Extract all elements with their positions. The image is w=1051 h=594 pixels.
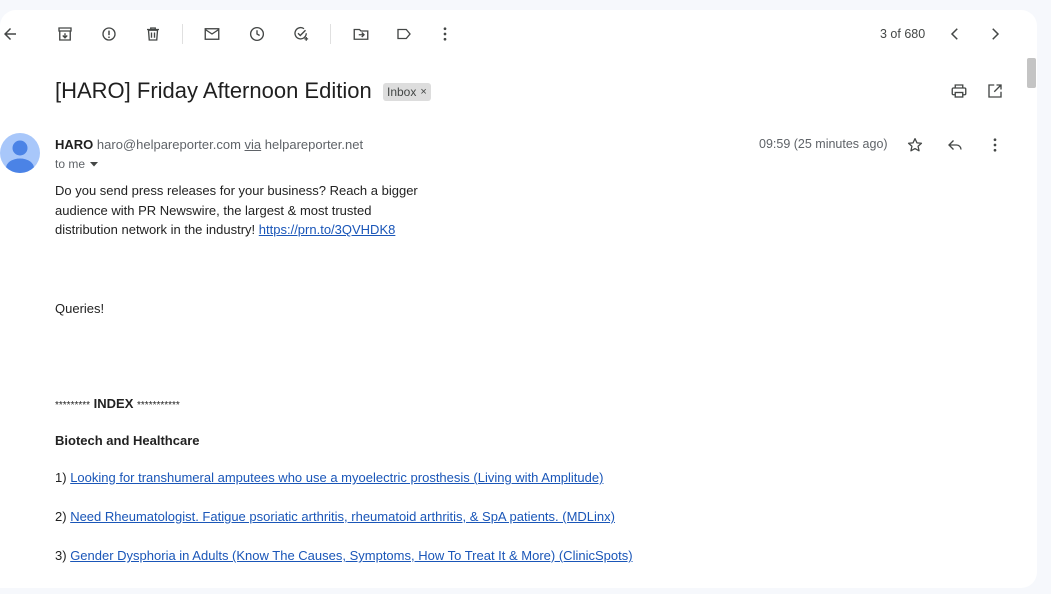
toolbar-divider [182, 24, 183, 44]
move-to-icon[interactable] [351, 24, 371, 44]
email-timestamp: 09:59 (25 minutes ago) [759, 137, 888, 151]
star-icon[interactable] [905, 135, 925, 155]
print-icon[interactable] [949, 81, 969, 101]
back-arrow-icon[interactable] [0, 24, 20, 44]
archive-icon[interactable] [55, 24, 75, 44]
scrollbar-thumb[interactable] [1027, 58, 1036, 88]
queries-text: Queries! [55, 301, 105, 316]
sender-name[interactable]: HARO [55, 137, 93, 152]
inbox-label-text: Inbox [387, 85, 417, 99]
report-spam-icon[interactable] [99, 24, 119, 44]
chevron-left-icon[interactable] [945, 24, 965, 44]
promo-line: distribution network in the industry! ht… [55, 220, 418, 240]
promo-line: audience with PR Newswire, the largest &… [55, 202, 372, 218]
sender-email: haro@helpareporter.com [96, 137, 241, 152]
section-heading: Biotech and Healthcare [55, 433, 200, 448]
email-subject: [HARO] Friday Afternoon Edition [55, 78, 372, 103]
add-task-icon[interactable] [291, 24, 311, 44]
promo-link[interactable]: https://prn.to/3QVHDK8 [259, 222, 396, 237]
index-asterisks-left: ********* [55, 400, 91, 411]
to-me-label: to me [55, 157, 86, 171]
index-item: 2) Need Rheumatologist. Fatigue psoriati… [55, 507, 615, 527]
index-heading: ********* INDEX *********** [55, 394, 180, 416]
recipient-toggle[interactable]: to me [55, 157, 99, 171]
index-item-number: 3) [55, 548, 67, 563]
message-counter: 3 of 680 [880, 27, 926, 41]
inbox-label-chip[interactable]: Inbox × [383, 83, 431, 101]
remove-label-icon[interactable]: × [420, 86, 426, 98]
clock-icon[interactable] [247, 24, 267, 44]
toolbar-divider [330, 24, 331, 44]
label-icon[interactable] [394, 24, 414, 44]
index-word: INDEX [93, 396, 134, 411]
chevron-right-icon[interactable] [985, 24, 1005, 44]
reply-icon[interactable] [945, 135, 965, 155]
open-in-new-window-icon[interactable] [985, 81, 1005, 101]
promo-line-text: distribution network in the industry! [55, 222, 256, 237]
sender-avatar[interactable] [0, 133, 40, 173]
message-more-vert-icon[interactable] [985, 135, 1005, 155]
mark-unread-icon[interactable] [202, 24, 222, 44]
index-item-number: 1) [55, 470, 67, 485]
index-item-link[interactable]: Need Rheumatologist. Fatigue psoriatic a… [70, 509, 615, 524]
promo-line: Do you send press releases for your busi… [55, 183, 418, 198]
sender-line: HARO haro@helpareporter.com via helparep… [55, 137, 363, 152]
index-item-link[interactable]: Looking for transhumeral amputees who us… [70, 470, 603, 485]
index-item: 1) Looking for transhumeral amputees who… [55, 468, 603, 488]
index-item: 3) Gender Dysphoria in Adults (Know The … [55, 546, 633, 566]
promo-paragraph: Do you send press releases for your busi… [55, 181, 418, 240]
index-item-number: 2) [55, 509, 67, 524]
dropdown-caret-icon [90, 162, 99, 167]
trash-icon[interactable] [143, 24, 163, 44]
index-asterisks-right: *********** [137, 400, 180, 411]
via-domain: helpareporter.net [264, 137, 364, 152]
more-vert-icon[interactable] [435, 24, 455, 44]
index-item-link[interactable]: Gender Dysphoria in Adults (Know The Cau… [70, 548, 632, 563]
via-link[interactable]: via [245, 137, 262, 152]
